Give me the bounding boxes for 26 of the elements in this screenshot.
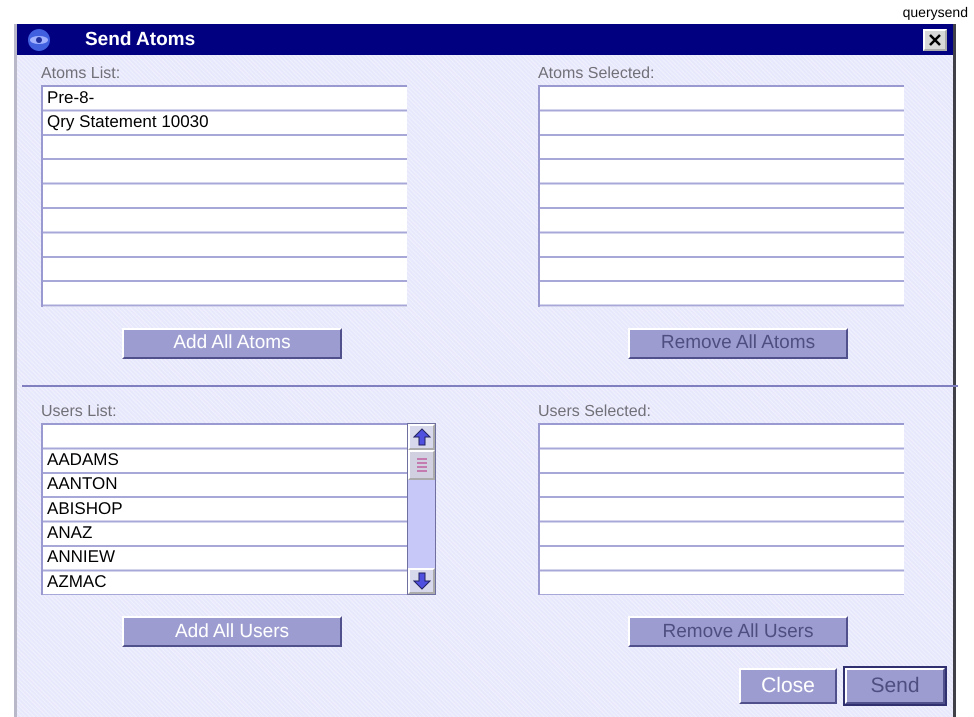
close-button[interactable] — [923, 28, 947, 50]
button: Remove All Users — [628, 616, 848, 648]
list-label: Users List: — [41, 402, 118, 422]
list-item[interactable]: Qry Statement 10030 — [43, 111, 407, 136]
scroll-up-button[interactable] — [408, 424, 435, 450]
list-item[interactable]: AADAMS — [43, 448, 407, 474]
list-item[interactable]: AANTON — [43, 473, 407, 498]
window-title: Send Atoms — [85, 28, 196, 50]
list-label: Atoms List: — [41, 65, 122, 84]
list-box[interactable]: Pre-8- Qry Statement 10030 — [41, 85, 407, 307]
app-logo-icon — [27, 28, 51, 52]
list-item[interactable]: ABISHOP — [43, 498, 407, 522]
list-label: Users Selected: — [538, 402, 652, 422]
list-item[interactable]: AZMAC — [43, 570, 407, 596]
button: Remove All Atoms — [628, 328, 848, 359]
list-item[interactable]: Pre-8- — [43, 87, 407, 112]
list-item[interactable]: ANAZ — [43, 522, 407, 546]
scroll-down-button[interactable] — [408, 568, 435, 594]
page-caption: querysend — [902, 4, 968, 20]
scroll-thumb[interactable] — [408, 450, 435, 480]
button: Send — [845, 668, 945, 704]
scrollbar[interactable] — [407, 422, 436, 596]
list-item[interactable]: ANNIEW — [43, 546, 407, 571]
list-label: Atoms Selected: — [538, 65, 656, 84]
list-box[interactable]: AADAMS AANTON ABISHOP ANAZ ANNIEW AZMAC — [41, 422, 407, 596]
close-icon — [928, 32, 942, 46]
